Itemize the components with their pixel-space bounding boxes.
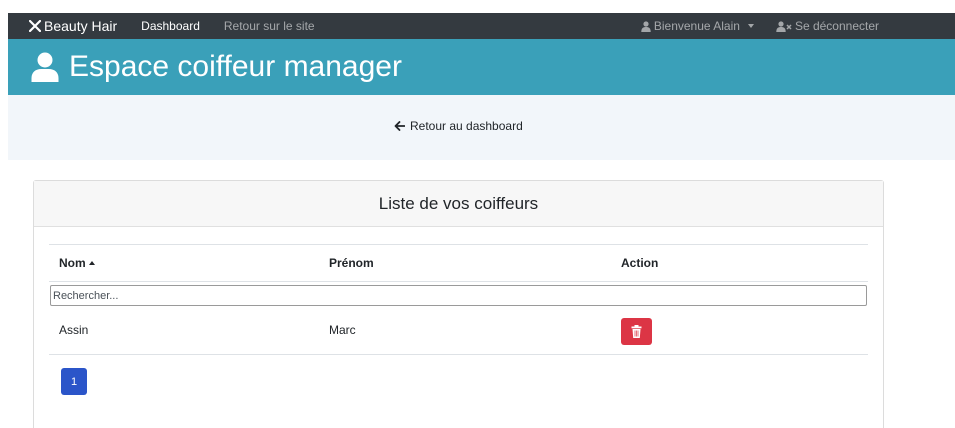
- scissors-icon: [29, 20, 41, 32]
- card-title: Liste de vos coiffeurs: [378, 193, 539, 213]
- table-header-divider: [49, 281, 868, 282]
- navbar-right: Bienvenue Alain Se déconnecter: [619, 13, 879, 39]
- column-header-prenom[interactable]: Prénom: [319, 256, 611, 270]
- arrow-left-icon: [394, 121, 405, 131]
- column-header-nom[interactable]: Nom: [49, 256, 319, 270]
- user-icon: [641, 20, 651, 32]
- user-remove-icon: [776, 20, 792, 32]
- column-header-action: Action: [621, 256, 659, 270]
- cell-action: [611, 315, 868, 345]
- page-button-1[interactable]: 1: [61, 368, 87, 395]
- logout-link[interactable]: Se déconnecter: [776, 19, 879, 33]
- table-bottom-divider: [49, 354, 868, 355]
- cell-prenom: Marc: [329, 323, 356, 337]
- pagination: 1: [61, 368, 868, 395]
- page-title: Espace coiffeur manager: [31, 50, 402, 84]
- user-icon: [31, 52, 59, 82]
- nav-link-back-to-site[interactable]: Retour sur le site: [224, 19, 315, 33]
- sort-ascending-icon: [88, 261, 95, 265]
- brand-name: Beauty Hair: [44, 18, 118, 34]
- back-link-label: Retour au dashboard: [410, 119, 523, 133]
- welcome-text: Bienvenue Alain: [653, 19, 740, 33]
- page-header: Espace coiffeur manager: [8, 39, 955, 95]
- top-navbar: Beauty Hair Dashboard Retour sur le site…: [8, 13, 955, 39]
- cell-nom: Assin: [59, 323, 89, 337]
- page: Beauty Hair Dashboard Retour sur le site…: [0, 0, 955, 428]
- table-row: Assin Marc: [49, 306, 868, 354]
- logout-label: Se déconnecter: [794, 19, 879, 33]
- nav-link-dashboard[interactable]: Dashboard: [141, 19, 200, 33]
- trash-icon: [631, 325, 642, 338]
- column-header-nom-label: Nom: [59, 256, 86, 270]
- hairdressers-table: Nom Prénom Action Assin Marc: [49, 244, 868, 395]
- user-dropdown[interactable]: Bienvenue Alain: [641, 19, 754, 33]
- back-section: Retour au dashboard: [8, 95, 955, 160]
- back-to-dashboard-link[interactable]: Retour au dashboard: [394, 119, 523, 133]
- delete-button[interactable]: [621, 318, 652, 345]
- card-header: Liste de vos coiffeurs: [34, 181, 883, 227]
- chevron-down-icon: [747, 24, 754, 28]
- brand-link[interactable]: Beauty Hair: [29, 18, 117, 34]
- page-title-text: Espace coiffeur manager: [69, 50, 402, 83]
- search-input[interactable]: [50, 285, 867, 306]
- table-header-row: Nom Prénom Action: [49, 245, 868, 281]
- hairdressers-card: Liste de vos coiffeurs Nom Prénom Action…: [33, 180, 884, 428]
